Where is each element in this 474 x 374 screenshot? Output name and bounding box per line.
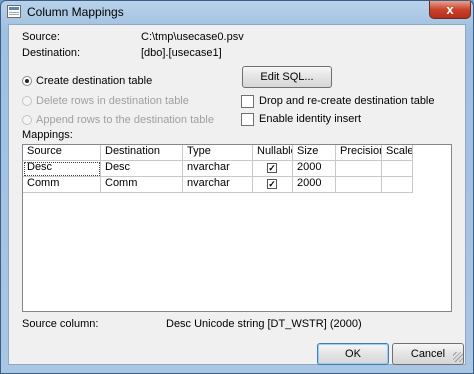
cell-source[interactable]: Desc [23,161,101,177]
column-header-precision[interactable]: Precision [336,145,382,161]
nullable-checkbox[interactable]: ✓ [267,163,277,173]
mappings-label: Mappings: [22,129,73,141]
column-header-scale[interactable]: Scale [382,145,413,161]
source-label: Source: [22,31,60,43]
resize-grip[interactable] [453,352,463,362]
cell-type[interactable]: nvarchar [183,161,253,177]
mappings-grid[interactable]: Source Destination Type Nullable Size Pr… [22,144,452,312]
column-header-destination[interactable]: Destination [101,145,183,161]
delete-rows-radio [22,96,32,106]
cell-source[interactable]: Comm [23,177,101,193]
cell-scale[interactable] [382,177,413,193]
title-bar[interactable]: Column Mappings x [1,1,473,23]
source-column-label: Source column: [22,318,99,330]
cell-precision[interactable] [336,161,382,177]
create-table-label[interactable]: Create destination table [36,75,152,87]
cell-type[interactable]: nvarchar [183,177,253,193]
append-rows-label: Append rows to the destination table [36,114,214,126]
column-mappings-window: Column Mappings x Source: C:\tmp\usecase… [0,0,474,374]
cell-destination[interactable]: Comm [101,177,183,193]
table-icon [7,5,21,18]
cell-precision[interactable] [336,177,382,193]
create-table-radio[interactable] [22,76,32,86]
window-title: Column Mappings [27,5,124,19]
column-header-nullable[interactable]: Nullable [253,145,293,161]
edit-sql-button[interactable]: Edit SQL... [242,66,332,88]
cell-size[interactable]: 2000 [293,177,336,193]
column-header-type[interactable]: Type [183,145,253,161]
delete-rows-label: Delete rows in destination table [36,95,189,107]
destination-label: Destination: [22,47,81,59]
close-button[interactable]: x [429,1,471,19]
column-header-size[interactable]: Size [293,145,336,161]
cell-destination[interactable]: Desc [101,161,183,177]
enable-identity-checkbox[interactable] [241,113,254,126]
cell-nullable[interactable]: ✓ [253,177,293,193]
append-rows-radio [22,115,32,125]
nullable-checkbox[interactable]: ✓ [267,179,277,189]
cell-size[interactable]: 2000 [293,161,336,177]
source-value: C:\tmp\usecase0.psv [141,31,244,43]
column-header-source[interactable]: Source [23,145,101,161]
dialog-body: Source: C:\tmp\usecase0.psv Destination:… [8,24,466,365]
ok-button[interactable]: OK [317,343,389,365]
destination-value: [dbo].[usecase1] [141,47,222,59]
enable-identity-label[interactable]: Enable identity insert [259,113,361,125]
cell-nullable[interactable]: ✓ [253,161,293,177]
cell-scale[interactable] [382,161,413,177]
source-column-value: Desc Unicode string [DT_WSTR] (2000) [166,318,362,330]
drop-recreate-label[interactable]: Drop and re-create destination table [259,95,435,107]
drop-recreate-checkbox[interactable] [241,95,254,108]
